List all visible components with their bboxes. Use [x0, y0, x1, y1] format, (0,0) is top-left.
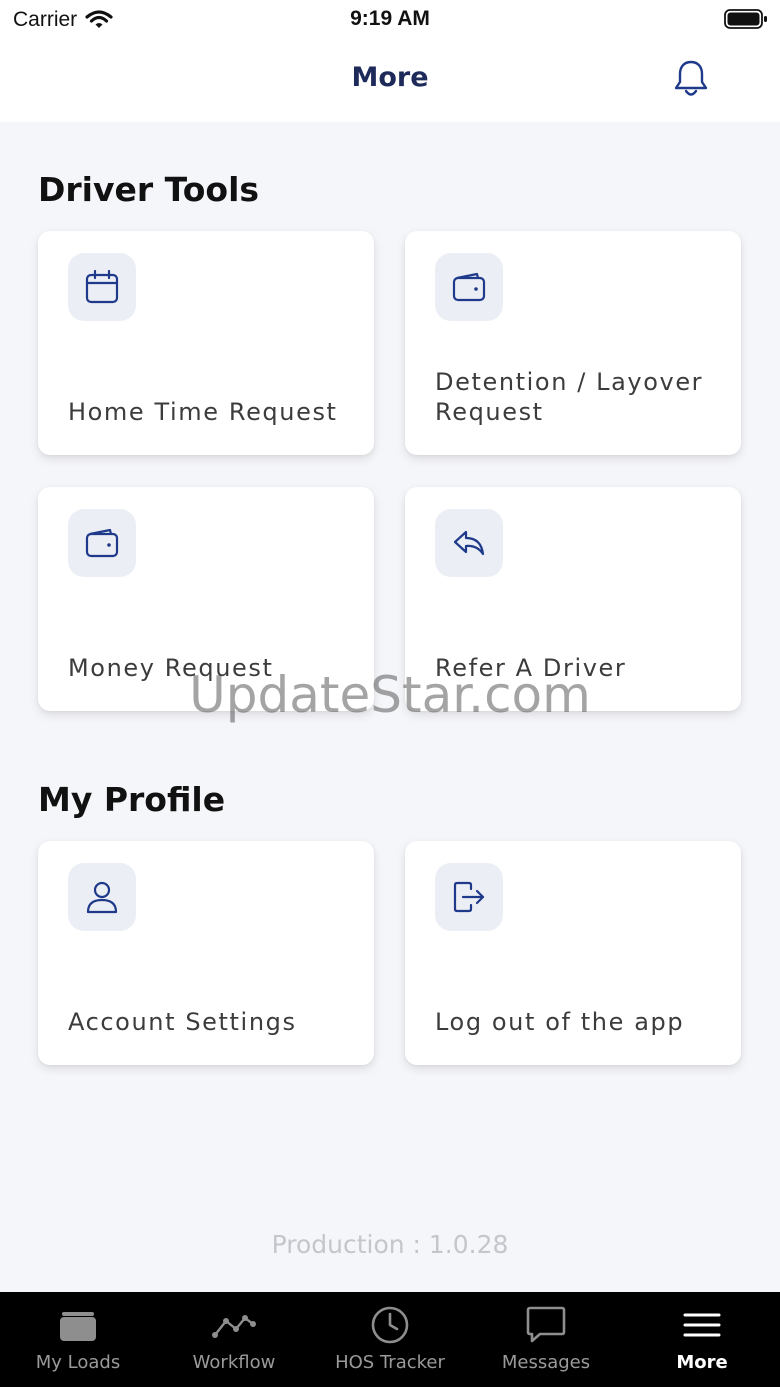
- version-label: Production : 1.0.28: [271, 1230, 509, 1259]
- reply-arrow-icon-container: [435, 509, 503, 577]
- tab-label: My Loads: [35, 1352, 121, 1373]
- section-title-my-profile: My Profile: [38, 780, 226, 819]
- bell-icon[interactable]: [672, 58, 710, 100]
- detention-layover-request-card[interactable]: Detention / Layover Request: [405, 231, 741, 455]
- tab-label: More: [676, 1352, 728, 1373]
- bottom-tab-bar: My Loads Workflow HOS Tracker Messages M…: [0, 1292, 780, 1387]
- calendar-icon: [85, 269, 119, 304]
- battery-icon: [724, 9, 767, 29]
- money-request-card[interactable]: Money Request: [38, 487, 374, 711]
- tab-messages[interactable]: Messages: [468, 1292, 624, 1387]
- status-bar: Carrier 9:19 AM: [0, 0, 780, 44]
- wallet-icon-container: [68, 509, 136, 577]
- nav-header: More: [0, 44, 780, 122]
- wallet-icon: [452, 272, 486, 302]
- card-label: Detention / Layover Request: [435, 368, 704, 426]
- tab-label: Workflow: [192, 1352, 276, 1373]
- workflow-graph-icon: [212, 1315, 256, 1338]
- tab-label: HOS Tracker: [335, 1352, 445, 1373]
- card-label: Home Time Request: [68, 398, 338, 426]
- wallet-icon: [85, 528, 119, 558]
- tab-hos-tracker[interactable]: HOS Tracker: [312, 1292, 468, 1387]
- logout-icon: [453, 881, 485, 913]
- message-bubble-icon: [526, 1306, 566, 1343]
- menu-icon: [683, 1313, 721, 1337]
- truck-box-icon: [60, 1312, 96, 1341]
- account-settings-card[interactable]: Account Settings: [38, 841, 374, 1065]
- calendar-icon-container: [68, 253, 136, 321]
- card-label: Money Request: [68, 654, 274, 682]
- home-time-request-card[interactable]: Home Time Request: [38, 231, 374, 455]
- tab-my-loads[interactable]: My Loads: [0, 1292, 156, 1387]
- status-time: 9:19 AM: [350, 7, 430, 30]
- clock-icon: [371, 1306, 409, 1344]
- card-label: Log out of the app: [435, 1008, 685, 1036]
- section-title-driver-tools: Driver Tools: [38, 170, 260, 209]
- card-label: Refer A Driver: [435, 654, 627, 682]
- wallet-icon-container: [435, 253, 503, 321]
- logout-icon-container: [435, 863, 503, 931]
- user-icon-container: [68, 863, 136, 931]
- tab-workflow[interactable]: Workflow: [156, 1292, 312, 1387]
- card-label: Account Settings: [68, 1008, 297, 1036]
- reply-arrow-icon: [453, 530, 485, 556]
- page-title: More: [351, 62, 429, 93]
- tab-label: Messages: [501, 1352, 591, 1373]
- user-icon: [86, 881, 118, 914]
- tab-more[interactable]: More: [624, 1292, 780, 1387]
- logout-card[interactable]: Log out of the app: [405, 841, 741, 1065]
- refer-a-driver-card[interactable]: Refer A Driver: [405, 487, 741, 711]
